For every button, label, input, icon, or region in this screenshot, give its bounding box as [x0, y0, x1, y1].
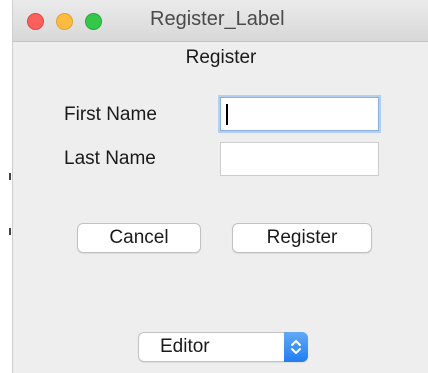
updown-chevron-icon[interactable]: [284, 332, 308, 362]
last-name-label: Last Name: [64, 148, 156, 169]
minimize-window-button[interactable]: [56, 13, 73, 30]
window-title: Register_Label: [150, 8, 285, 30]
first-name-field[interactable]: [220, 97, 379, 131]
edge-tick-mark: [9, 173, 11, 180]
text-cursor: [226, 104, 228, 125]
mode-select[interactable]: Editor: [138, 332, 308, 362]
maximize-window-button[interactable]: [85, 13, 102, 30]
edge-tick-mark: [9, 228, 11, 235]
form-heading: Register: [185, 47, 257, 68]
register-button[interactable]: Register: [232, 223, 372, 253]
cancel-button[interactable]: Cancel: [77, 223, 201, 253]
first-name-label: First Name: [64, 104, 157, 125]
close-window-button[interactable]: [27, 13, 44, 30]
mode-select-value: Editor: [160, 336, 210, 357]
title-bar[interactable]: Register_Label: [13, 0, 428, 42]
register-window: Register_Label Register First Name Last …: [12, 0, 428, 373]
last-name-field[interactable]: [220, 142, 379, 176]
